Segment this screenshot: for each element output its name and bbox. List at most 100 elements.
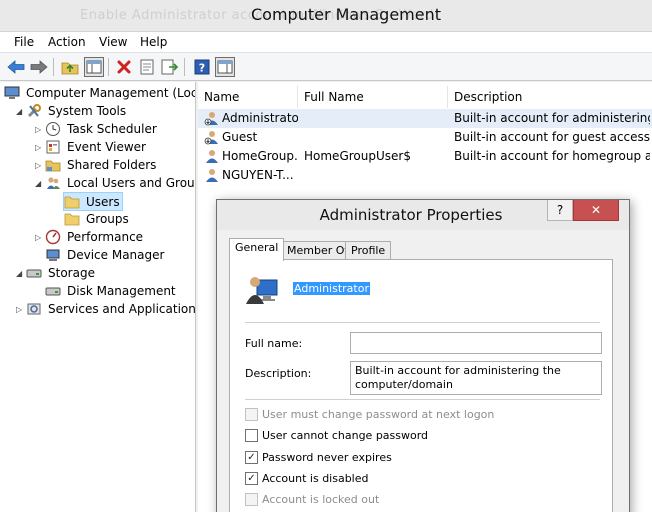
performance-icon: [45, 229, 61, 245]
password-never-expires-checkbox[interactable]: ✓ Password never expires: [245, 449, 392, 465]
folder-icon: [64, 194, 80, 210]
menu-help[interactable]: Help: [140, 35, 167, 49]
chevron-down-icon[interactable]: ◢: [16, 269, 26, 278]
users-group-icon: [45, 175, 61, 191]
device-manager-icon: [45, 247, 61, 263]
dialog-close-button[interactable]: ✕: [573, 200, 619, 221]
toolbar-separator: [108, 58, 109, 76]
user-icon: [204, 129, 220, 145]
tree-item-groups[interactable]: Groups: [64, 210, 131, 228]
dialog-help-button[interactable]: ?: [547, 200, 573, 221]
checkbox-box: [245, 428, 258, 442]
forward-icon[interactable]: [29, 57, 49, 77]
general-tab-panel: Administrator Full name: Description: Bu…: [229, 259, 613, 512]
console-tree: Computer Management (Local ◢ System Tool…: [0, 82, 196, 512]
tree-item-disk-management[interactable]: Disk Management: [45, 282, 178, 300]
checkbox-box: [245, 492, 258, 506]
delete-icon[interactable]: [114, 57, 134, 77]
column-header-description[interactable]: Description: [448, 86, 652, 108]
must-change-password-checkbox[interactable]: User must change password at next logon: [245, 406, 494, 422]
disk-icon: [45, 283, 61, 299]
full-name-label: Full name:: [245, 337, 303, 350]
tree-item-performance[interactable]: ▷ Performance: [35, 228, 145, 246]
user-icon: [204, 148, 220, 164]
export-list-icon[interactable]: [160, 57, 180, 77]
chevron-down-icon[interactable]: ◢: [35, 179, 45, 188]
menu-view[interactable]: View: [99, 35, 127, 49]
chevron-right-icon[interactable]: ▷: [35, 161, 45, 170]
tab-profile[interactable]: Profile: [345, 241, 392, 260]
column-header-name[interactable]: Name: [198, 86, 298, 108]
cannot-change-password-checkbox[interactable]: User cannot change password: [245, 427, 428, 443]
chevron-right-icon[interactable]: ▷: [35, 125, 45, 134]
toolbar-separator: [53, 58, 54, 76]
properties-icon[interactable]: [137, 57, 157, 77]
window-title: Computer Management: [250, 5, 442, 24]
divider: [245, 322, 600, 323]
tree-item-system-tools[interactable]: ◢ System Tools: [16, 102, 128, 120]
menu-file[interactable]: File: [14, 35, 34, 49]
tree-item-event-viewer[interactable]: ▷ Event Viewer: [35, 138, 148, 156]
event-viewer-icon: [45, 139, 61, 155]
tab-member-of[interactable]: Member Of: [281, 241, 355, 260]
description-label: Description:: [245, 367, 312, 380]
back-icon[interactable]: [6, 57, 26, 77]
tree-item-device-manager[interactable]: Device Manager: [45, 246, 166, 264]
checkbox-label: Account is locked out: [262, 492, 380, 506]
description-field[interactable]: Built-in account for administering the c…: [350, 361, 602, 395]
toolbar-separator: [184, 58, 185, 76]
dialog-title-bar: Administrator Properties ? ✕: [217, 200, 629, 230]
checkbox-label: Password never expires: [262, 450, 392, 464]
help-icon[interactable]: ?: [192, 57, 212, 77]
list-row-nguyen[interactable]: NGUYEN-T...: [198, 166, 652, 185]
list-cell-name: HomeGroup...: [222, 149, 298, 163]
computer-icon: [4, 85, 20, 101]
tools-icon: [26, 103, 42, 119]
title-bar: Enable Administrator account in Windows …: [0, 0, 652, 32]
chevron-down-icon[interactable]: ◢: [16, 107, 26, 116]
chevron-right-icon[interactable]: ▷: [35, 233, 45, 242]
menu-action[interactable]: Action: [48, 35, 86, 49]
storage-icon: [26, 265, 42, 281]
list-cell-name: Administrator: [222, 111, 298, 125]
up-folder-icon[interactable]: [60, 57, 80, 77]
account-disabled-checkbox[interactable]: ✓ Account is disabled: [245, 470, 369, 486]
tree-item-task-scheduler[interactable]: ▷ Task Scheduler: [35, 120, 159, 138]
show-hide-tree-icon[interactable]: [84, 57, 104, 77]
tab-general[interactable]: General: [229, 238, 285, 261]
user-monitor-icon: [245, 272, 279, 306]
tree-item-local-users-groups[interactable]: ◢ Local Users and Groups: [35, 174, 195, 192]
list-cell-description: Built-in account for guest access t...: [454, 130, 650, 144]
chevron-right-icon[interactable]: ▷: [16, 305, 26, 314]
svg-text:?: ?: [199, 62, 205, 75]
account-locked-out-checkbox[interactable]: Account is locked out: [245, 491, 379, 507]
clock-icon: [45, 121, 61, 137]
list-row-homegroup[interactable]: HomeGroup... HomeGroupUser$ Built-in acc…: [198, 147, 652, 166]
username-label[interactable]: Administrator: [293, 282, 370, 295]
tree-item-computer-management[interactable]: Computer Management (Local: [4, 84, 195, 102]
shared-folder-icon: [45, 157, 61, 173]
list-cell-description: Built-in account for homegroup a...: [454, 149, 650, 163]
user-icon: [204, 110, 220, 126]
list-row-guest[interactable]: Guest Built-in account for guest access …: [198, 128, 652, 147]
checkbox-label: User cannot change password: [262, 428, 429, 442]
list-cell-name: Guest: [222, 130, 258, 144]
list-cell-description: Built-in account for administering...: [454, 111, 650, 125]
administrator-properties-dialog: Administrator Properties ? ✕ General Mem…: [216, 199, 630, 512]
tree-item-users[interactable]: Users: [63, 192, 123, 211]
folder-icon: [64, 211, 80, 227]
check-mark-icon: ✓: [245, 450, 258, 464]
list-row-administrator[interactable]: Administrator Built-in account for admin…: [198, 109, 652, 128]
full-name-field[interactable]: [350, 332, 602, 354]
tree-item-services-applications[interactable]: ▷ Services and Applications: [16, 300, 195, 318]
services-icon: [26, 301, 42, 317]
checkbox-label: User must change password at next logon: [262, 407, 495, 421]
column-header-full-name[interactable]: Full Name: [298, 86, 448, 108]
chevron-right-icon[interactable]: ▷: [35, 143, 45, 152]
list-cell-full-name: HomeGroupUser$: [304, 149, 411, 163]
list-cell-name: NGUYEN-T...: [222, 168, 294, 182]
toolbar: ?: [0, 53, 652, 81]
tree-item-storage[interactable]: ◢ Storage: [16, 264, 97, 282]
show-hide-action-pane-icon[interactable]: [215, 57, 235, 77]
tree-item-shared-folders[interactable]: ▷ Shared Folders: [35, 156, 158, 174]
